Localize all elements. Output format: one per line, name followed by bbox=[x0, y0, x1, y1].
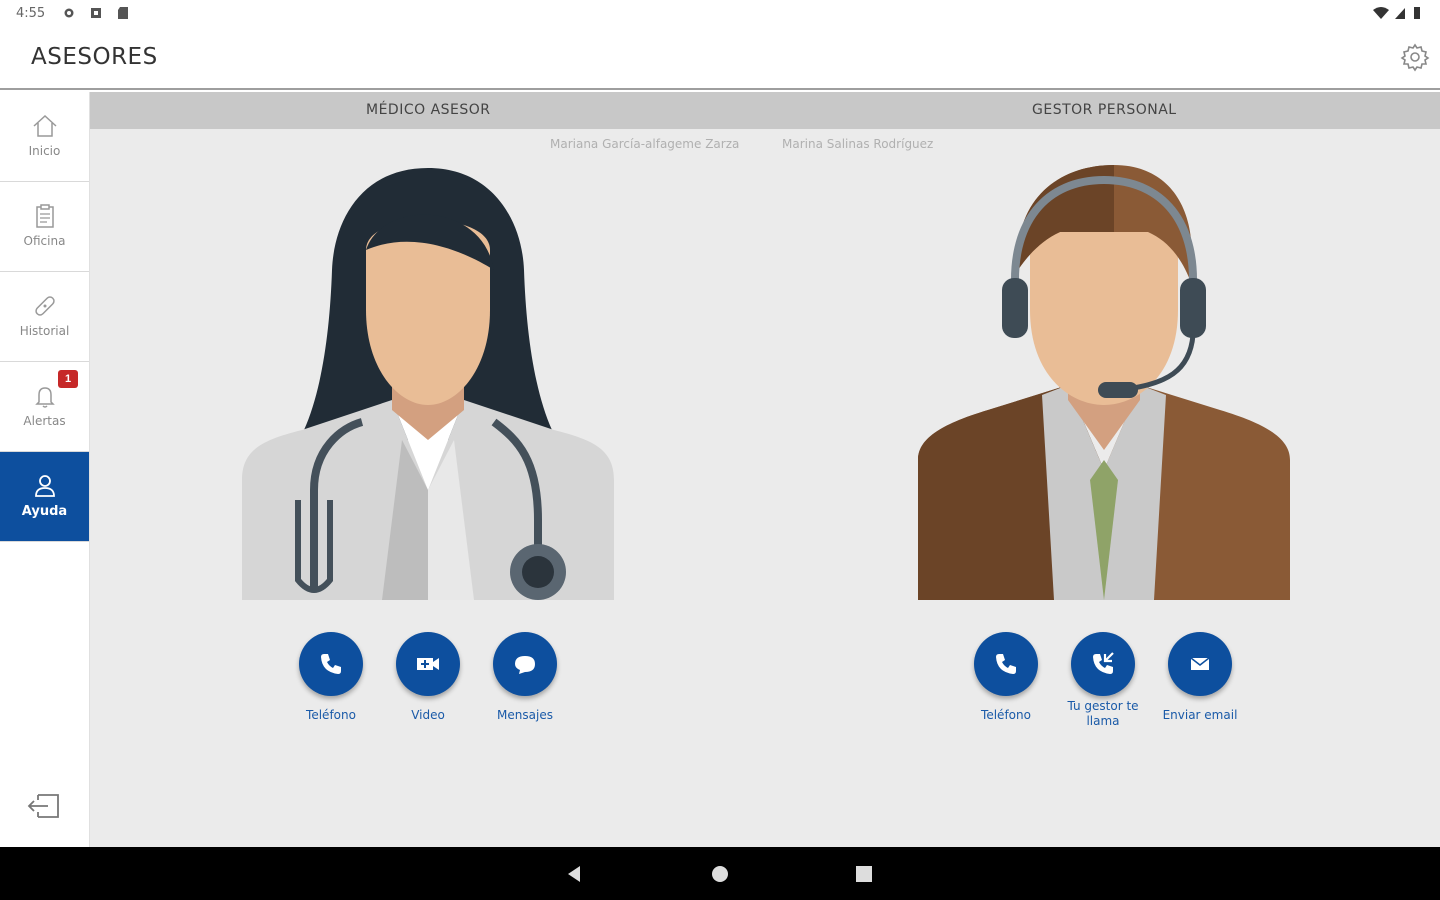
action-label: Tu gestor te llama bbox=[1067, 699, 1139, 728]
sidebar-item-label: Ayuda bbox=[21, 504, 68, 519]
action-label: Enviar email bbox=[1162, 708, 1238, 722]
action-label: Teléfono bbox=[306, 708, 356, 722]
video-icon bbox=[417, 658, 439, 670]
action-label: Mensajes bbox=[497, 708, 553, 722]
status-bar: 4:55 bbox=[0, 0, 1440, 28]
sidebar-item-alertas[interactable]: 1 Alertas bbox=[0, 362, 89, 452]
app-bar: ASESORES bbox=[0, 28, 1440, 90]
sidebar-item-label: Oficina bbox=[23, 234, 66, 248]
sidebar-item-label: Historial bbox=[19, 324, 70, 338]
gestor-email-button[interactable]: Enviar email bbox=[1150, 632, 1250, 723]
sidebar-item-label: Alertas bbox=[23, 414, 66, 428]
action-label: Video bbox=[411, 708, 445, 722]
home-icon bbox=[33, 114, 57, 137]
signal-icon bbox=[1395, 8, 1405, 19]
sidebar-item-historial[interactable]: Historial bbox=[0, 272, 89, 362]
medico-messages-button[interactable]: Mensajes bbox=[475, 632, 575, 723]
sidebar-item-oficina[interactable]: Oficina bbox=[0, 182, 89, 272]
back-icon[interactable] bbox=[564, 863, 586, 885]
alert-count-badge: 1 bbox=[58, 370, 78, 388]
phone-callback-icon bbox=[1093, 652, 1114, 674]
bell-icon bbox=[35, 387, 55, 408]
gestor-name: Marina Salinas Rodríguez bbox=[782, 137, 934, 151]
gestor-header: GESTOR PERSONAL bbox=[1032, 102, 1177, 118]
phone-icon bbox=[321, 654, 341, 674]
medico-phone-button[interactable]: Teléfono bbox=[281, 632, 381, 723]
phone-icon bbox=[996, 654, 1016, 674]
home-nav-icon[interactable] bbox=[709, 863, 731, 885]
sim-status-icon bbox=[91, 8, 101, 18]
gear-icon[interactable] bbox=[1400, 42, 1430, 72]
sd-card-status-icon bbox=[118, 7, 128, 19]
advisors-panel: MÉDICO ASESOR GESTOR PERSONAL Mariana Ga… bbox=[90, 92, 1440, 847]
medico-video-button[interactable]: Video bbox=[378, 632, 478, 723]
sidebar: Inicio Oficina Historial 1 Alertas Ayuda bbox=[0, 92, 90, 847]
settings-status-icon bbox=[64, 8, 74, 18]
sidebar-item-inicio[interactable]: Inicio bbox=[0, 92, 89, 182]
status-time: 4:55 bbox=[16, 6, 46, 21]
medico-header: MÉDICO ASESOR bbox=[366, 102, 491, 118]
chat-icon bbox=[515, 656, 535, 674]
gestor-callback-button[interactable]: Tu gestor te llama bbox=[1053, 632, 1153, 729]
battery-icon bbox=[1414, 7, 1420, 19]
user-icon bbox=[35, 475, 55, 497]
bandage-icon bbox=[35, 296, 55, 316]
manager-avatar bbox=[918, 165, 1290, 600]
email-icon bbox=[1190, 657, 1210, 670]
system-navigation-bar bbox=[0, 847, 1440, 900]
gestor-phone-button[interactable]: Teléfono bbox=[956, 632, 1056, 723]
doctor-avatar bbox=[242, 168, 614, 600]
section-header-strip: MÉDICO ASESOR GESTOR PERSONAL bbox=[90, 92, 1440, 129]
clipboard-icon bbox=[36, 204, 54, 228]
wifi-icon bbox=[1373, 7, 1389, 19]
page-title: ASESORES bbox=[31, 44, 158, 70]
medico-name: Mariana García-alfageme Zarza bbox=[550, 137, 740, 151]
logout-icon[interactable] bbox=[26, 792, 62, 820]
action-label: Teléfono bbox=[981, 708, 1031, 722]
sidebar-item-ayuda[interactable]: Ayuda bbox=[0, 452, 89, 542]
recents-icon[interactable] bbox=[853, 863, 875, 885]
sidebar-item-label: Inicio bbox=[28, 144, 61, 158]
